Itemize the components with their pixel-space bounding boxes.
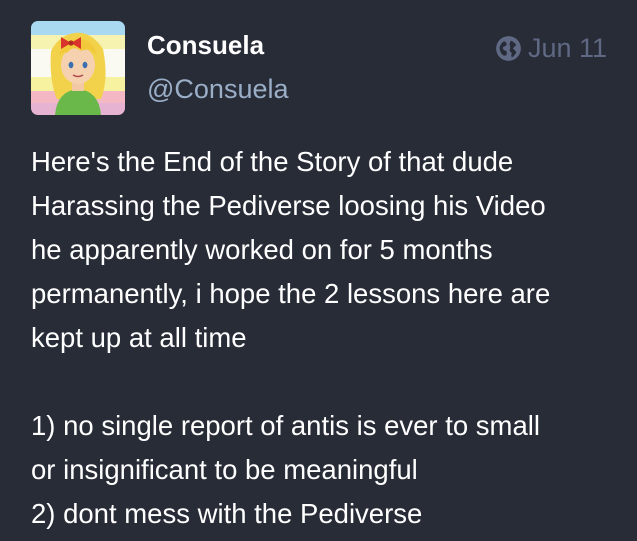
display-name[interactable]: Consuela (147, 28, 264, 62)
post-text-line: 1) no single report of antis is ever to … (31, 410, 540, 441)
avatar[interactable] (31, 21, 125, 115)
post-text-line: Harassing the Pediverse loosing his Vide… (31, 190, 546, 221)
post-paragraph: 1) no single report of antis is ever to … (31, 404, 621, 536)
post-text-line: Here's the End of the Story of that dude (31, 146, 514, 177)
avatar-image (31, 21, 125, 115)
post-paragraph: Here's the End of the Story of that dude… (31, 140, 621, 360)
post-text-line: or insignificant to be meaningful (31, 454, 418, 485)
post-text-line: kept up at all time (31, 322, 247, 353)
post-timestamp[interactable]: Jun 11 (495, 31, 607, 65)
post-text-line: 2) dont mess with the Pediverse (31, 498, 423, 529)
post-text-line: he apparently worked on for 5 months (31, 234, 493, 265)
post-text-line: permanently, i hope the 2 lessons here a… (31, 278, 551, 309)
account-handle[interactable]: @Consuela (147, 72, 289, 106)
post-date: Jun 11 (527, 33, 607, 63)
status-post: Consuela @Consuela Jun 11 Here's the End… (0, 0, 637, 541)
globe-icon (496, 35, 521, 61)
post-content: Here's the End of the Story of that dude… (31, 140, 621, 536)
